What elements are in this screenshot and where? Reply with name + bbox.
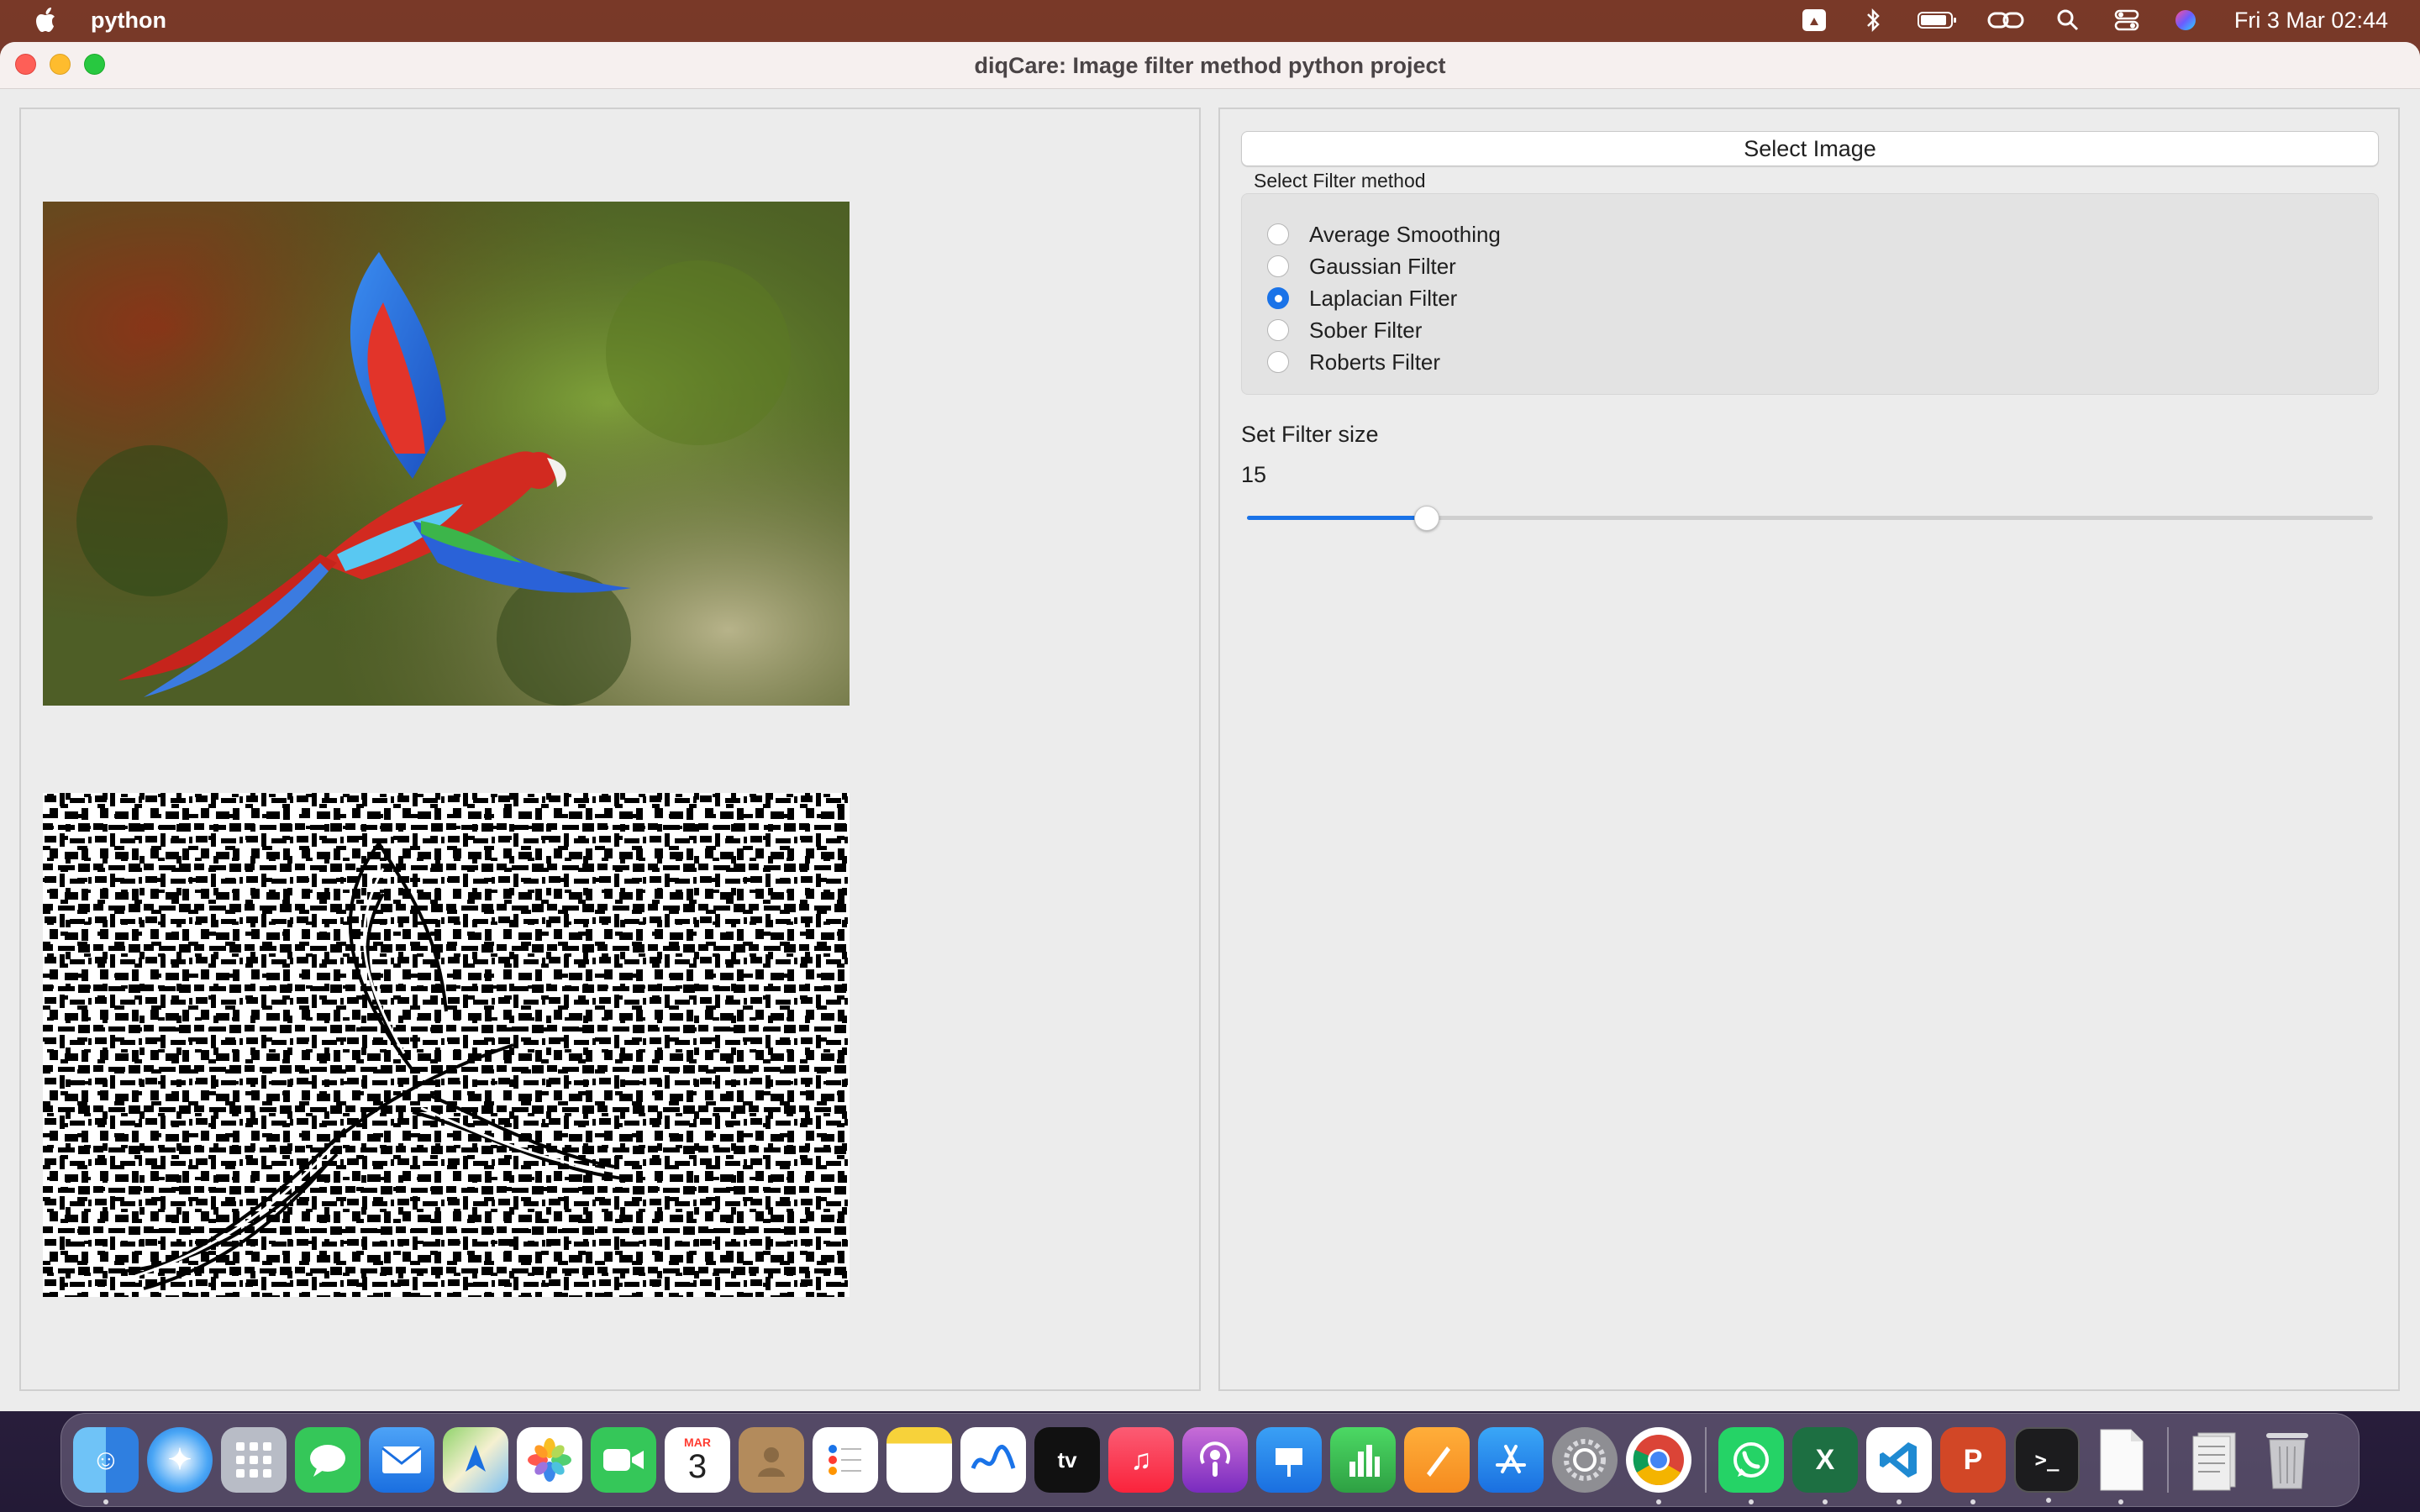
maps-icon[interactable] — [443, 1427, 508, 1493]
image-panel — [19, 108, 1201, 1391]
radio-laplacian-filter[interactable]: Laplacian Filter — [1267, 283, 1457, 313]
filter-size-slider[interactable] — [1247, 504, 2373, 533]
radio-button[interactable] — [1267, 351, 1289, 373]
messages-icon[interactable] — [295, 1427, 360, 1493]
apple-logo-icon[interactable] — [34, 5, 60, 35]
radio-button[interactable] — [1267, 319, 1289, 341]
radio-label: Roberts Filter — [1309, 349, 1441, 375]
select-image-button[interactable]: Select Image — [1241, 131, 2379, 166]
launchpad-icon[interactable] — [221, 1427, 287, 1493]
chrome-icon[interactable] — [1626, 1427, 1691, 1504]
numbers-icon[interactable] — [1330, 1427, 1396, 1493]
search-icon[interactable] — [2053, 8, 2083, 33]
photos-icon[interactable] — [517, 1427, 582, 1493]
radio-button-selected[interactable] — [1267, 287, 1289, 309]
radio-label: Sober Filter — [1309, 317, 1423, 343]
app-window: diqCare: Image filter method python proj… — [0, 42, 2420, 1411]
filter-group-label: Select Filter method — [1254, 170, 1426, 192]
safari-icon[interactable]: ✦ — [147, 1427, 213, 1493]
pages-icon[interactable] — [1404, 1427, 1470, 1493]
vscode-icon[interactable] — [1866, 1427, 1932, 1504]
mail-icon[interactable] — [369, 1427, 434, 1493]
radio-average-smoothing[interactable]: Average Smoothing — [1267, 219, 1501, 249]
dock: ☺ ✦ MAR 3 tv ♫ X P >_ — [60, 1413, 2360, 1507]
menu-bar: python Fri 3 Mar 02:44 — [0, 0, 2420, 40]
slider-thumb[interactable] — [1414, 506, 1440, 531]
radio-label: Gaussian Filter — [1309, 253, 1456, 279]
radio-label: Laplacian Filter — [1309, 285, 1458, 311]
trash-icon[interactable] — [2254, 1427, 2320, 1493]
window-title: diqCare: Image filter method python proj… — [974, 52, 1446, 78]
title-bar[interactable]: diqCare: Image filter method python proj… — [0, 42, 2420, 89]
podcasts-icon[interactable] — [1182, 1427, 1248, 1493]
siri-icon[interactable] — [2170, 8, 2201, 33]
keynote-icon[interactable] — [1256, 1427, 1322, 1493]
bluetooth-icon[interactable] — [1858, 8, 1888, 33]
radio-sober-filter[interactable]: Sober Filter — [1267, 315, 1422, 345]
excel-icon[interactable]: X — [1792, 1427, 1858, 1504]
dock-separator — [2167, 1427, 2169, 1493]
apple-tv-icon[interactable]: tv — [1034, 1427, 1100, 1493]
finder-icon[interactable]: ☺ — [73, 1427, 139, 1504]
original-image — [43, 202, 850, 706]
filter-size-label: Set Filter size — [1241, 422, 1379, 447]
controls-panel: Select Image Select Filter method Averag… — [1218, 108, 2400, 1391]
app-store-icon[interactable] — [1478, 1427, 1544, 1493]
calendar-icon[interactable]: MAR 3 — [665, 1427, 730, 1493]
document-icon[interactable] — [2088, 1427, 2154, 1504]
contacts-icon[interactable] — [739, 1427, 804, 1493]
radio-label: Average Smoothing — [1309, 221, 1501, 247]
reminders-icon[interactable] — [813, 1427, 878, 1493]
radio-button[interactable] — [1267, 255, 1289, 277]
app-menu-name[interactable]: python — [91, 8, 166, 34]
filter-method-group: Average Smoothing Gaussian Filter Laplac… — [1241, 193, 2379, 395]
whatsapp-icon[interactable] — [1718, 1427, 1784, 1504]
control-center-icon[interactable] — [2112, 8, 2142, 33]
music-icon[interactable]: ♫ — [1108, 1427, 1174, 1493]
dock-separator — [1705, 1427, 1707, 1493]
gear-icon[interactable] — [1552, 1427, 1618, 1493]
filtered-image — [43, 793, 850, 1297]
downloads-stack-icon[interactable] — [2181, 1427, 2246, 1493]
notes-icon[interactable] — [886, 1427, 952, 1493]
calendar-month: MAR — [684, 1436, 711, 1449]
battery-icon[interactable] — [1917, 8, 1959, 33]
radio-button[interactable] — [1267, 223, 1289, 245]
freeform-icon[interactable] — [960, 1427, 1026, 1493]
slider-fill — [1247, 516, 1428, 520]
radio-roberts-filter[interactable]: Roberts Filter — [1267, 347, 1440, 377]
powerpoint-icon[interactable]: P — [1940, 1427, 2006, 1504]
facetime-icon[interactable] — [591, 1427, 656, 1493]
filter-size-value: 15 — [1241, 462, 1267, 487]
radio-gaussian-filter[interactable]: Gaussian Filter — [1267, 251, 1456, 281]
google-drive-icon[interactable] — [1799, 8, 1829, 33]
link-icon[interactable] — [1987, 8, 2024, 33]
terminal-icon[interactable]: >_ — [2014, 1427, 2080, 1503]
calendar-day: 3 — [687, 1448, 708, 1485]
menu-clock[interactable]: Fri 3 Mar 02:44 — [2234, 8, 2388, 34]
